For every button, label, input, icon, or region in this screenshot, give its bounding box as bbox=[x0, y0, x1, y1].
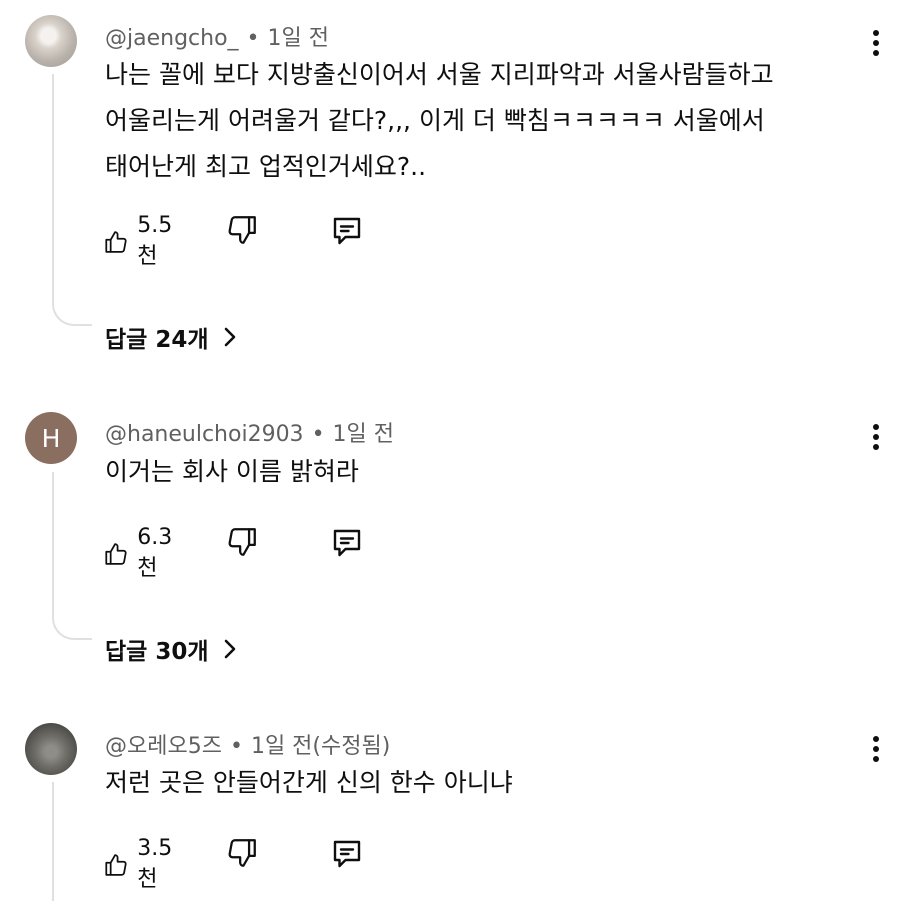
thumbs-down-icon bbox=[228, 216, 256, 244]
comment-line: 나는 꼴에 보다 지방출신이어서 서울 지리파악과 서울사람들하고 bbox=[105, 60, 774, 89]
view-replies-button[interactable]: 답글 24개 bbox=[105, 320, 237, 354]
like-count: 6.3천 bbox=[137, 525, 173, 581]
timestamp: 1일 전(수정됨) bbox=[250, 734, 391, 759]
comment-line: 이거는 회사 이름 밝혀라 bbox=[105, 457, 359, 486]
timestamp: 1일 전 bbox=[332, 422, 395, 447]
dislike-button[interactable] bbox=[225, 213, 259, 247]
comment-text: 나는 꼴에 보다 지방출신이어서 서울 지리파악과 서울사람들하고 어울리는게 … bbox=[105, 52, 865, 190]
view-replies-button[interactable]: 답글 30개 bbox=[105, 632, 237, 666]
comment-meta: @haneulchoi2903 • 1일 전 bbox=[105, 416, 394, 448]
thumbs-up-icon bbox=[105, 853, 127, 876]
comment-text: 저런 곳은 안들어간게 신의 한수 아니냐 bbox=[105, 760, 865, 806]
author-name[interactable]: @haneulchoi2903 bbox=[105, 422, 304, 447]
thread-line bbox=[52, 472, 54, 618]
thumbs-down-icon bbox=[228, 839, 256, 867]
replies-label: 답글 30개 bbox=[105, 639, 209, 665]
avatar[interactable] bbox=[25, 15, 77, 67]
author-name[interactable]: @jaengcho_ bbox=[105, 26, 239, 51]
comment-text: 이거는 회사 이름 밝혀라 bbox=[105, 449, 865, 495]
thumbs-down-icon bbox=[228, 528, 256, 556]
comment-meta: @오레오5즈 • 1일 전(수정됨) bbox=[105, 728, 390, 760]
comment-line: 저런 곳은 안들어간게 신의 한수 아니냐 bbox=[105, 768, 513, 797]
more-button[interactable] bbox=[869, 424, 883, 454]
like-button[interactable]: 5.5천 bbox=[103, 213, 180, 270]
comment-icon bbox=[333, 529, 361, 557]
comment-line: 태어난게 최고 업적인거세요?.. bbox=[105, 152, 427, 181]
like-button[interactable]: 3.5천 bbox=[103, 836, 180, 893]
more-button[interactable] bbox=[869, 736, 883, 766]
more-vert-icon bbox=[873, 30, 879, 36]
more-button[interactable] bbox=[869, 30, 883, 60]
separator-dot: • bbox=[246, 26, 260, 51]
thread-curve bbox=[52, 618, 92, 640]
separator-dot: • bbox=[229, 734, 243, 759]
avatar-letter: H bbox=[41, 423, 61, 453]
thumbs-up-icon bbox=[105, 230, 127, 253]
avatar[interactable]: H bbox=[25, 412, 77, 464]
thumbs-up-icon bbox=[105, 542, 127, 565]
reply-button[interactable] bbox=[329, 525, 365, 561]
replies-label: 답글 24개 bbox=[105, 327, 209, 353]
comment-icon bbox=[333, 840, 361, 868]
separator-dot: • bbox=[311, 422, 325, 447]
author-name[interactable]: @오레오5즈 bbox=[105, 734, 222, 759]
chevron-right-icon bbox=[224, 639, 235, 659]
comment-line: 어울리는게 어려울거 같다?,,, 이게 더 빡침ㅋㅋㅋㅋㅋ 서울에서 bbox=[105, 106, 765, 135]
comment-meta: @jaengcho_ • 1일 전 bbox=[105, 20, 329, 52]
thread-curve bbox=[52, 304, 92, 326]
more-vert-icon bbox=[873, 424, 879, 430]
avatar[interactable] bbox=[25, 723, 77, 775]
dislike-button[interactable] bbox=[225, 525, 259, 559]
reply-button[interactable] bbox=[329, 213, 365, 249]
more-vert-icon bbox=[873, 736, 879, 742]
like-count: 3.5천 bbox=[137, 836, 173, 892]
thread-line bbox=[52, 782, 54, 901]
comment-icon bbox=[333, 217, 361, 245]
like-count: 5.5천 bbox=[137, 213, 173, 269]
reply-button[interactable] bbox=[329, 836, 365, 872]
timestamp: 1일 전 bbox=[267, 26, 330, 51]
chevron-right-icon bbox=[224, 327, 235, 347]
thread-line bbox=[52, 74, 54, 304]
dislike-button[interactable] bbox=[225, 836, 259, 870]
like-button[interactable]: 6.3천 bbox=[103, 525, 180, 582]
